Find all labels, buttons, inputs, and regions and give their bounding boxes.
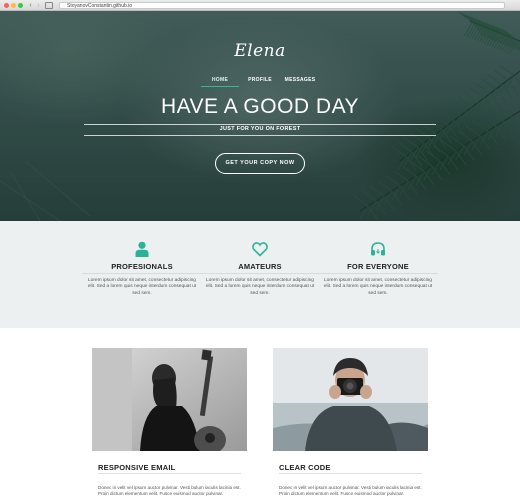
hero-divider-top [84, 124, 436, 125]
menu-item-home[interactable]: HOME [201, 75, 239, 87]
hero-divider-bottom [84, 135, 436, 136]
card-title: CLEAR CODE [279, 463, 331, 472]
get-copy-button[interactable]: GET YOUR COPY NOW [215, 153, 305, 174]
card-responsive-email: RESPONSIVE EMAIL Donec in velit vel ipsu… [92, 348, 247, 500]
feature-description: Lorem ipsum dolor sit amet, consectetur … [205, 278, 315, 296]
forward-arrow-icon[interactable]: › [35, 2, 42, 9]
card-divider [279, 473, 422, 474]
address-bar-url: StoyanovConstantin.github.io [67, 3, 133, 9]
feature-title: AMATEURS [238, 262, 282, 271]
menu-item-profile[interactable]: PROFILE [241, 75, 279, 87]
card-description: Donec in velit vel ipsum auctor pulvinar… [279, 485, 422, 497]
feature-title: FOR EVERYONE [347, 262, 409, 271]
card-clear-code: CLEAR CODE Donec in velit vel ipsum auct… [273, 348, 428, 500]
man-with-camera-photo [273, 348, 428, 451]
back-arrow-icon[interactable]: ‹ [27, 2, 34, 9]
close-window-button[interactable] [4, 3, 9, 8]
hero-subtitle: JUST FOR YOU ON FOREST [219, 126, 301, 132]
hero-section: Elena HOME PROFILE MESSAGES HAVE A GOOD … [0, 11, 520, 221]
headphones-icon [371, 242, 385, 256]
hero-title: HAVE A GOOD DAY [160, 95, 360, 118]
woman-with-guitar-photo [92, 348, 247, 451]
feature-divider [200, 273, 320, 274]
browser-toolbar: ‹ › StoyanovConstantin.github.io [0, 0, 520, 11]
sidebar-toggle-icon[interactable] [45, 2, 53, 9]
site-logo[interactable]: Elena [0, 41, 520, 61]
minimize-window-button[interactable] [11, 3, 16, 8]
main-menu: HOME PROFILE MESSAGES [0, 75, 520, 87]
feature-description: Lorem ipsum dolor sit amet, consectetur … [87, 278, 197, 296]
card-title: RESPONSIVE EMAIL [98, 463, 176, 472]
feature-divider [82, 273, 202, 274]
feature-divider [318, 273, 438, 274]
menu-item-messages[interactable]: MESSAGES [281, 75, 319, 87]
card-divider [98, 473, 241, 474]
user-icon [135, 241, 149, 257]
feature-title: PROFESIONALS [111, 262, 173, 271]
address-bar[interactable]: StoyanovConstantin.github.io [59, 2, 505, 9]
features-section: PROFESIONALS Lorem ipsum dolor sit amet,… [0, 221, 520, 328]
zoom-window-button[interactable] [18, 3, 23, 8]
feature-description: Lorem ipsum dolor sit amet, consectetur … [323, 278, 433, 296]
heart-icon [252, 242, 268, 257]
card-description: Donec in velit vel ipsum auctor pulvinar… [98, 485, 241, 497]
